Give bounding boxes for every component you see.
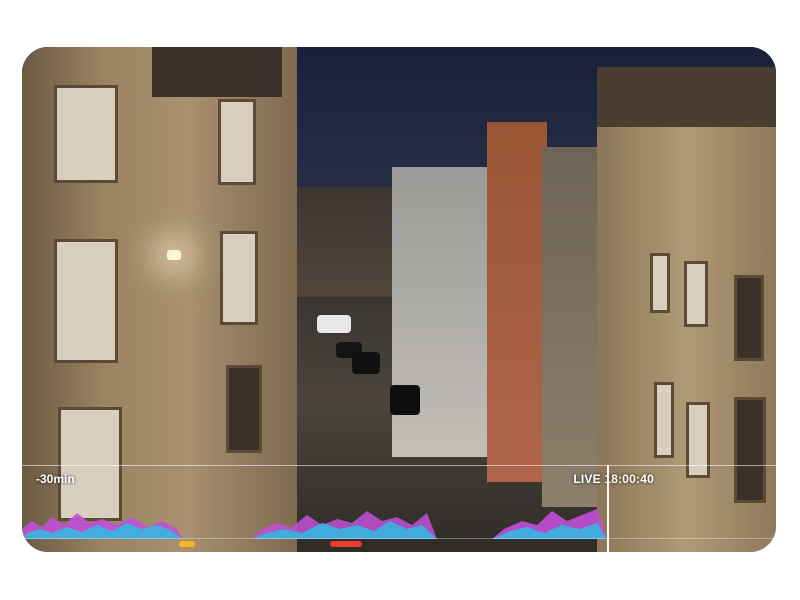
- live-time-label[interactable]: LIVE 18:00:40: [573, 472, 654, 486]
- window: [54, 239, 118, 363]
- window: [218, 99, 256, 185]
- grey-building: [542, 147, 602, 507]
- window: [686, 402, 710, 478]
- window: [650, 253, 670, 313]
- camera-feed-image: [22, 47, 776, 552]
- window: [684, 261, 708, 327]
- window: [220, 231, 258, 325]
- event-marker-yellow[interactable]: [179, 541, 195, 547]
- street-lamp: [167, 250, 181, 260]
- window: [226, 365, 262, 453]
- moving-car: [390, 385, 420, 415]
- camera-video-player[interactable]: -30min LIVE 18:00:40: [22, 47, 776, 552]
- window: [654, 382, 674, 458]
- window: [54, 85, 118, 183]
- orange-building: [487, 122, 547, 482]
- parked-car: [352, 352, 380, 374]
- window: [734, 275, 764, 361]
- timeline-range-label: -30min: [36, 472, 75, 486]
- event-marker-red[interactable]: [330, 541, 362, 547]
- white-van: [317, 315, 351, 333]
- window: [734, 397, 766, 503]
- motion-activity-graph[interactable]: [22, 499, 776, 539]
- left-building-roof: [152, 47, 282, 97]
- timeline-top-line: [22, 465, 776, 466]
- scrub-track[interactable]: [22, 538, 776, 539]
- playhead[interactable]: [607, 465, 609, 552]
